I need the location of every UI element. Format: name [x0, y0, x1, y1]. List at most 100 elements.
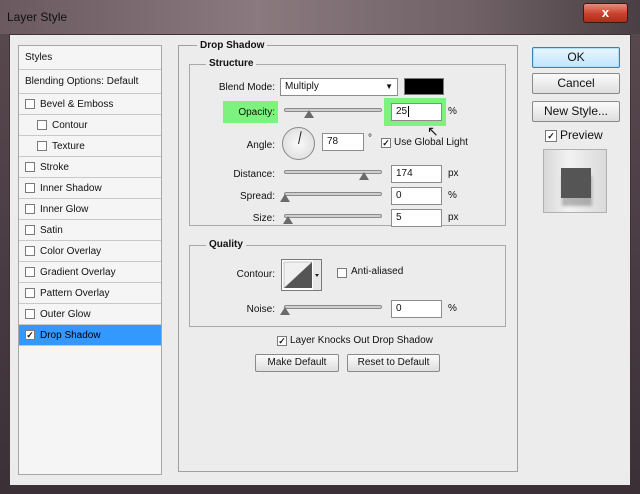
layer-style-window: Layer Style x Styles Blending Options: D…: [0, 0, 640, 494]
checkbox[interactable]: [25, 309, 35, 319]
style-item-inner-glow[interactable]: Inner Glow: [19, 199, 161, 220]
style-item-pattern-overlay[interactable]: Pattern Overlay: [19, 283, 161, 304]
shadow-color-swatch[interactable]: [404, 78, 444, 95]
style-item-stroke[interactable]: Stroke: [19, 157, 161, 178]
size-value: 5: [396, 212, 402, 223]
checkbox[interactable]: [37, 141, 47, 151]
style-item-texture[interactable]: Texture: [19, 136, 161, 157]
style-item-label: Drop Shadow: [40, 330, 101, 341]
blending-options-item[interactable]: Blending Options: Default: [19, 70, 161, 94]
opacity-slider-thumb[interactable]: [304, 110, 314, 118]
size-label: Size:: [252, 213, 275, 224]
drop-shadow-panel: Drop Shadow Structure Blend Mode: Multip…: [178, 40, 518, 472]
distance-slider-thumb[interactable]: [359, 172, 369, 180]
checkbox[interactable]: [25, 225, 35, 235]
contour-preview: [283, 260, 321, 290]
opacity-unit: %: [448, 106, 457, 117]
size-slider[interactable]: [284, 214, 382, 218]
close-button[interactable]: x: [583, 3, 628, 23]
size-slider-thumb[interactable]: [283, 216, 293, 224]
anti-aliased-checkbox[interactable]: [337, 268, 347, 278]
distance-input[interactable]: 174: [391, 165, 442, 183]
blend-mode-value: Multiply: [285, 81, 319, 92]
text-cursor: [408, 106, 410, 117]
angle-unit: °: [368, 133, 372, 144]
angle-label: Angle:: [246, 140, 275, 151]
preview-thumbnail: [543, 149, 607, 213]
angle-dial-needle: [298, 131, 302, 145]
spread-value: 0: [396, 190, 402, 201]
spread-input[interactable]: 0: [391, 187, 442, 205]
checkbox[interactable]: [25, 267, 35, 277]
distance-unit: px: [448, 168, 459, 179]
checkbox[interactable]: [37, 120, 47, 130]
noise-label: Noise:: [246, 304, 275, 315]
cancel-button[interactable]: Cancel: [532, 73, 620, 94]
style-item-label: Pattern Overlay: [40, 288, 110, 299]
checkbox[interactable]: [25, 288, 35, 298]
checkbox[interactable]: [25, 204, 35, 214]
new-style-button[interactable]: New Style...: [532, 101, 620, 122]
make-default-button[interactable]: Make Default: [255, 354, 339, 372]
distance-value: 174: [396, 168, 413, 179]
structure-title: Structure: [206, 58, 257, 69]
checkbox-checked[interactable]: ✓: [25, 330, 35, 340]
knockout-label: Layer Knocks Out Drop Shadow: [290, 335, 433, 346]
noise-unit: %: [448, 303, 457, 314]
style-item-satin[interactable]: Satin: [19, 220, 161, 241]
preview-label: Preview: [560, 128, 603, 142]
noise-slider-thumb[interactable]: [280, 307, 290, 315]
opacity-value: 25: [396, 106, 408, 117]
spread-unit: %: [448, 190, 457, 201]
style-item-outer-glow[interactable]: Outer Glow: [19, 304, 161, 325]
checkbox[interactable]: [25, 162, 35, 172]
style-item-label: Inner Glow: [40, 204, 89, 215]
style-item-label: Outer Glow: [40, 309, 91, 320]
style-item-bevel-emboss[interactable]: Bevel & Emboss: [19, 94, 161, 115]
ok-button[interactable]: OK: [532, 47, 620, 68]
angle-input[interactable]: 78: [322, 133, 364, 151]
knockout-checkbox[interactable]: ✓: [277, 336, 287, 346]
anti-aliased-label: Anti-aliased: [351, 266, 404, 277]
structure-group: Structure Blend Mode: Multiply ▼ Opacity…: [189, 58, 506, 227]
checkbox[interactable]: [25, 246, 35, 256]
styles-header-label: Styles: [25, 52, 53, 63]
title-bar[interactable]: Layer Style x: [0, 0, 640, 34]
checkbox[interactable]: [25, 183, 35, 193]
spread-slider-thumb[interactable]: [280, 194, 290, 202]
opacity-slider[interactable]: [284, 108, 382, 112]
style-item-color-overlay[interactable]: Color Overlay: [19, 241, 161, 262]
chevron-down-icon: ▼: [385, 82, 393, 91]
section-title: Drop Shadow: [197, 40, 268, 51]
styles-header[interactable]: Styles: [19, 46, 161, 70]
style-item-label: Bevel & Emboss: [40, 99, 114, 110]
style-item-gradient-overlay[interactable]: Gradient Overlay: [19, 262, 161, 283]
noise-slider[interactable]: [284, 305, 382, 309]
angle-dial[interactable]: [282, 127, 315, 160]
style-item-label: Contour: [52, 120, 88, 131]
window-title: Layer Style: [7, 10, 68, 24]
opacity-label: Opacity:: [238, 107, 275, 118]
style-item-drop-shadow[interactable]: ✓ Drop Shadow: [19, 325, 161, 346]
style-item-label: Color Overlay: [40, 246, 102, 257]
spread-slider[interactable]: [284, 192, 382, 196]
styles-list: Styles Blending Options: Default Bevel &…: [18, 45, 162, 475]
contour-label: Contour:: [236, 269, 275, 280]
size-input[interactable]: 5: [391, 209, 442, 227]
use-global-light-checkbox[interactable]: ✓: [381, 138, 391, 148]
blending-options-label: Blending Options: Default: [25, 76, 139, 87]
distance-label: Distance:: [233, 169, 275, 180]
style-item-label: Texture: [52, 141, 85, 152]
style-item-contour[interactable]: Contour: [19, 115, 161, 136]
dialog-body: Styles Blending Options: Default Bevel &…: [9, 34, 631, 486]
preview-checkbox[interactable]: ✓: [545, 130, 557, 142]
opacity-input[interactable]: 25: [391, 103, 442, 121]
blend-mode-select[interactable]: Multiply ▼: [280, 78, 398, 96]
noise-input[interactable]: 0: [391, 300, 442, 318]
reset-to-default-button[interactable]: Reset to Default: [347, 354, 440, 372]
style-item-inner-shadow[interactable]: Inner Shadow: [19, 178, 161, 199]
quality-title: Quality: [206, 239, 246, 250]
contour-picker[interactable]: [281, 259, 322, 291]
blend-mode-label: Blend Mode:: [218, 82, 275, 93]
checkbox[interactable]: [25, 99, 35, 109]
